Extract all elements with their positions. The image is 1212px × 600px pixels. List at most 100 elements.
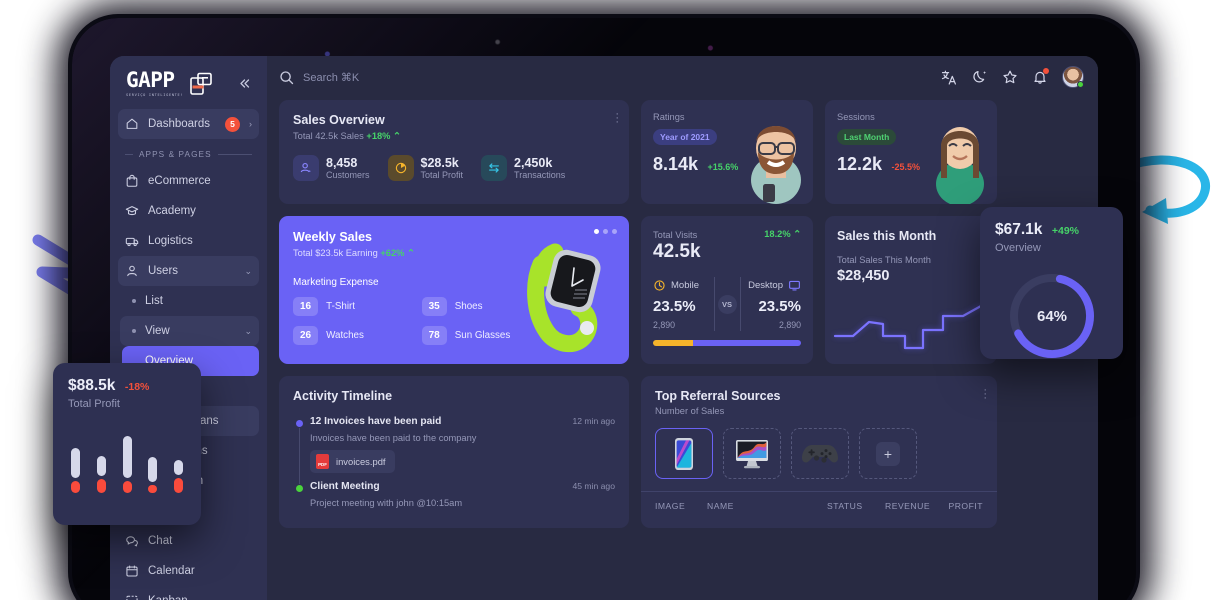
sidebar-item-chat[interactable]: Chat [118,526,259,556]
sidebar-item-label: Calendar [148,565,195,577]
avatar[interactable] [1062,66,1084,88]
sidebar-item-kanban[interactable]: Kanban [118,586,259,600]
chevron-right-icon: › [249,119,252,129]
sidebar-item-logistics[interactable]: Logistics [118,226,259,256]
referral-table-header: IMAGE NAME STATUS REVENUE PROFIT [641,491,997,511]
sidebar-item-academy[interactable]: Academy [118,196,259,226]
overview-value-row: $67.1k +49% [995,221,1108,239]
divider [713,277,715,331]
mobile-count: 2,890 [653,319,676,330]
star-icon[interactable] [1002,69,1018,85]
carousel-dots[interactable] [594,229,617,234]
stat-transactions: 2,450k Transactions [481,155,565,181]
add-icon[interactable]: + [876,441,900,466]
sales-month-line-chart [833,304,983,350]
main-area: Search ⌘K · · · Sales Overview Total 42.… [267,56,1098,600]
timeline-list: 12 Invoices have been paid 12 min ago In… [293,416,615,516]
graduation-cap-icon [125,206,139,216]
desktop-pct: 23.5% [758,297,801,315]
sales-overview-menu-icon[interactable]: · · · [615,109,619,128]
mobile-header: Mobile [653,279,714,292]
timeline-item-header: 12 Invoices have been paid 12 min ago [310,416,615,427]
sidebar-item-users-list[interactable]: List [120,286,259,316]
device-frame: GAPP SERVIÇO INTELIGENTE! Dashboards 5 ›… [72,18,1136,600]
card-sales-overview: · · · Sales Overview Total 42.5k Sales +18… [279,100,629,204]
row-3: Activity Timeline 12 Invoices have been … [279,376,1084,528]
referral-tile-imac[interactable] [723,428,781,479]
moon-icon[interactable] [972,69,988,85]
sidebar-item-dashboards[interactable]: Dashboards 5 › [118,109,259,139]
column-profit: PROFIT [948,501,983,511]
card-subtitle: Total 42.5k Sales +18% ⌃ [293,131,615,142]
ratings-value: 8.14k [653,154,699,174]
column-status: STATUS [827,501,863,511]
content-grid: · · · Sales Overview Total 42.5k Sales +18… [267,98,1098,600]
referral-tile-gamepad[interactable] [791,428,849,479]
logo[interactable]: GAPP SERVIÇO INTELIGENTE! [118,56,259,109]
expense-label: Watches [326,330,364,341]
smartwatch-illustration [527,243,601,353]
referral-tile-add[interactable]: + [859,428,917,479]
stat-value: 2,450k [514,155,553,170]
referral-tiles: + [655,428,983,479]
visits-comparison: Mobile 23.5% 2,890 VS Desktop 23.5% 2,89… [653,277,801,331]
sales-total-text: Total 42.5k Sales [293,131,364,141]
floating-card-overview: $67.1k +49% Overview 64% [980,207,1123,359]
user-icon [127,265,137,277]
sidebar-item-ecommerce[interactable]: eCommerce [118,166,259,196]
floating-card-total-profit: $88.5k -18% Total Profit [53,363,201,525]
section-dash [125,154,133,155]
bell-wrapper[interactable] [1032,68,1049,85]
sales-month-amount: $28,450 [837,268,890,284]
trend-up-icon: ⌃ [407,248,415,258]
stat-customers: 8,458 Customers [293,155,370,181]
topbar: Search ⌘K [267,56,1098,98]
profit-label: Total Profit [68,398,120,410]
search-input[interactable]: Search ⌘K [303,71,359,84]
translate-icon[interactable] [941,69,958,86]
referral-menu-icon[interactable]: · · · [983,385,987,404]
card-subtitle: Number of Sales [655,406,725,416]
overview-donut-wrapper: 64% [995,268,1108,364]
collapse-sidebar-icon[interactable] [238,77,251,90]
sidebar-item-label: Logistics [148,235,193,247]
search-icon[interactable] [279,70,294,85]
profit-bar-pair [122,435,132,493]
user-plus-icon [293,155,319,181]
ratings-character-illustration [751,126,801,204]
pie-chart-icon [387,155,414,181]
carousel-dot-2[interactable] [603,229,608,234]
visits-bar-mobile [653,340,693,346]
column-image: IMAGE [655,501,686,511]
timeline-attachment[interactable]: PDF invoices.pdf [310,450,395,473]
column-revenue: REVENUE [885,501,931,511]
home-icon [126,118,138,129]
expense-count: 16 [293,297,319,316]
visits-delta-value: 18.2% [764,229,791,239]
overview-donut-chart: 64% [1009,274,1094,358]
screen: GAPP SERVIÇO INTELIGENTE! Dashboards 5 ›… [110,56,1098,600]
chevron-down-icon: ⌄ [244,325,252,336]
topbar-actions [941,66,1084,88]
sidebar-item-calendar[interactable]: Calendar [118,556,259,586]
carousel-dot-1[interactable] [594,229,599,234]
mobile-pct: 23.5% [653,297,696,315]
screenshot-root: GAPP SERVIÇO INTELIGENTE! Dashboards 5 ›… [0,0,1212,600]
sidebar-item-users[interactable]: Users ⌄ [118,256,259,286]
sessions-character-illustration [936,127,984,204]
timeline-item-client-meeting: Client Meeting 45 min ago Project meetin… [293,481,615,516]
sales-stats: 8,458 Customers $28.5k Total Profit 2,45… [293,155,615,181]
timeline-title: Client Meeting [310,481,380,492]
sidebar-item-label: List [145,295,163,307]
weekly-total-text: Total $23.5k Earning [293,248,378,258]
profit-bar-chart [68,427,186,493]
imac-icon [736,439,768,468]
referral-tile-phone[interactable] [655,428,713,479]
card-title: Activity Timeline [293,389,393,403]
ratings-delta: +15.6% [707,162,739,172]
overview-value: $67.1k [995,221,1043,238]
overview-label: Overview [995,242,1041,254]
card-weekly-sales: Weekly Sales Total $23.5k Earning +62% ⌃… [279,216,629,364]
sidebar-item-users-view[interactable]: View ⌄ [120,316,259,346]
carousel-dot-3[interactable] [612,229,617,234]
